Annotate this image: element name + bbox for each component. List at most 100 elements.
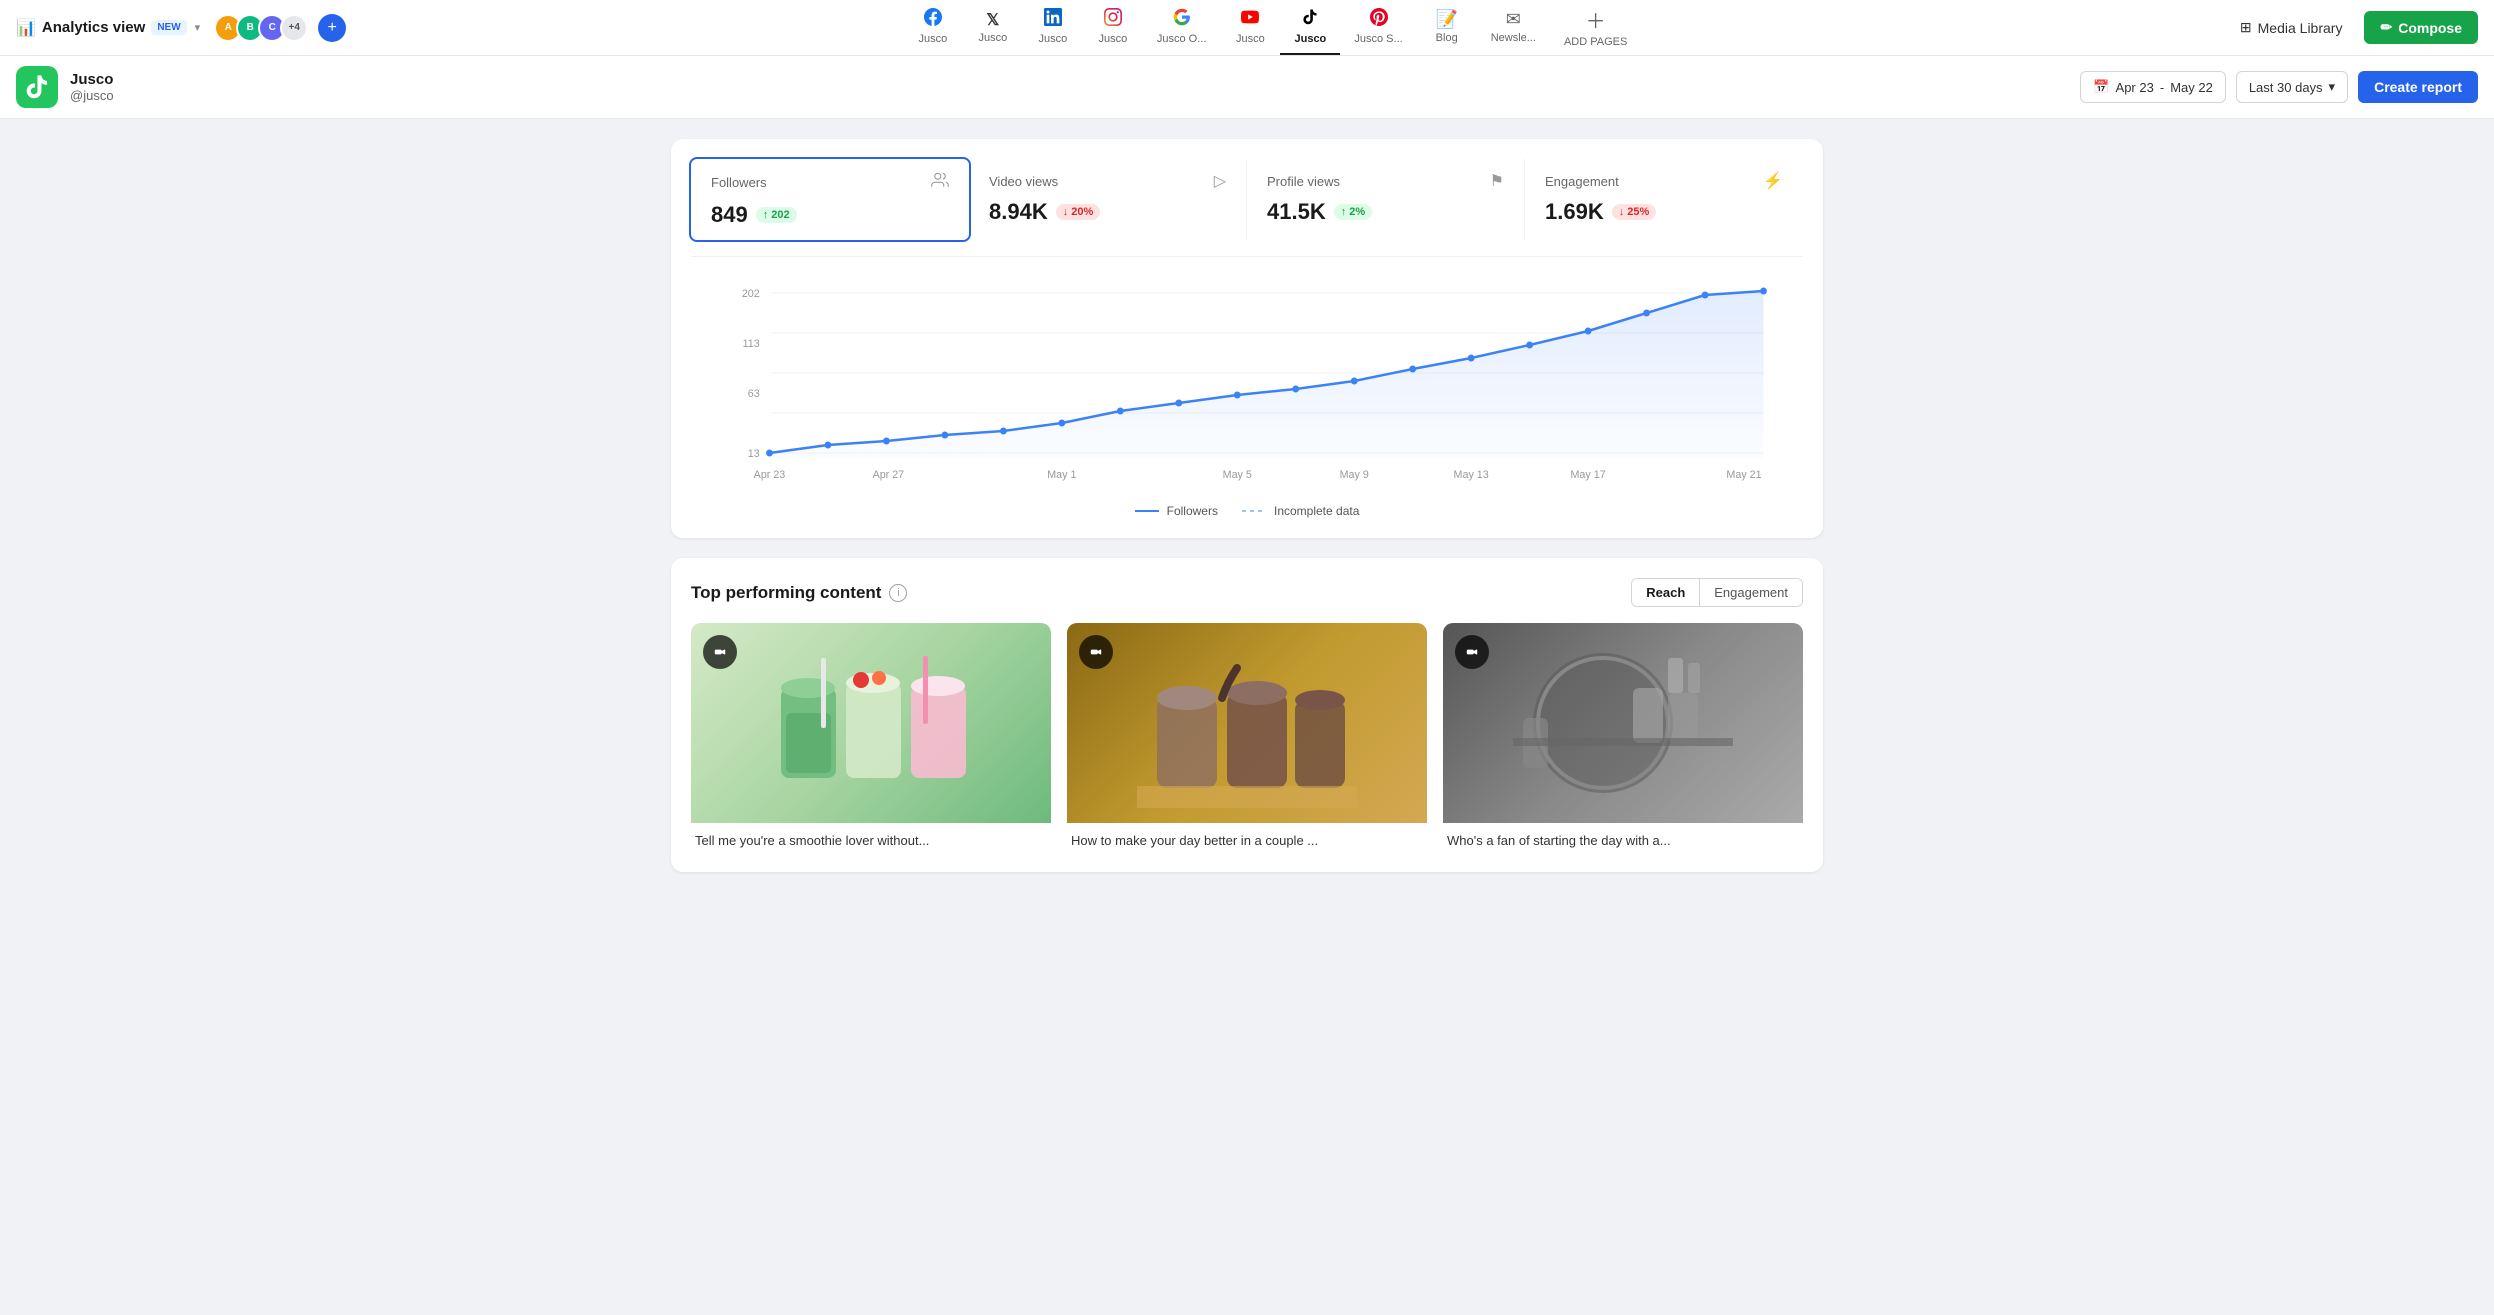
compose-button[interactable]: ✏ Compose: [2364, 11, 2478, 44]
youtube-icon: [1241, 8, 1259, 31]
analytics-icon: 📊: [16, 18, 36, 38]
reach-toggle-button[interactable]: Reach: [1632, 579, 1700, 606]
svg-text:113: 113: [743, 338, 760, 350]
date-from: Apr 23: [2116, 80, 2154, 95]
profile-views-icon: ⚑: [1490, 171, 1504, 191]
engagement-icon: ⚡: [1763, 171, 1783, 191]
video-views-icon: ▷: [1214, 171, 1226, 191]
compose-icon: ✏: [2380, 19, 2392, 36]
video-views-badge: ↓ 20%: [1056, 204, 1101, 220]
period-label: Last 30 days: [2249, 80, 2323, 95]
platform-tiktok-label: Jusco: [1294, 33, 1326, 45]
svg-text:May 5: May 5: [1223, 469, 1252, 481]
card-1-video-icon: [703, 635, 737, 669]
engagement-label: Engagement: [1545, 174, 1619, 189]
content-card-3[interactable]: Who's a fan of starting the day with a..…: [1443, 623, 1803, 852]
kitchen-illustration: [1513, 638, 1733, 808]
engagement-toggle-button[interactable]: Engagement: [1700, 579, 1802, 606]
legend-incomplete-line: [1242, 510, 1266, 512]
platform-blog[interactable]: 📝 Blog: [1417, 1, 1477, 54]
coffee-illustration: [1137, 638, 1357, 808]
facebook-icon: [924, 8, 942, 31]
media-library-icon: ⊞: [2240, 19, 2252, 36]
platform-newsletter[interactable]: ✉ Newsle...: [1477, 1, 1550, 54]
linkedin-icon: [1044, 8, 1062, 31]
stat-header-engagement: Engagement ⚡: [1545, 171, 1783, 191]
date-range-button[interactable]: 📅 Apr 23 - May 22: [2080, 71, 2225, 103]
platform-twitter[interactable]: 𝕏 Jusco: [963, 2, 1023, 54]
platform-twitter-label: Jusco: [978, 32, 1007, 44]
platform-youtube[interactable]: Jusco: [1220, 0, 1280, 55]
chart-container: 202 113 63 13: [691, 273, 1803, 518]
svg-text:May 21: May 21: [1726, 469, 1761, 481]
newsletter-icon: ✉: [1506, 9, 1521, 30]
stat-card-video-views[interactable]: Video views ▷ 8.94K ↓ 20%: [969, 159, 1247, 240]
pinterest-icon: [1370, 8, 1388, 31]
platform-google[interactable]: Jusco O...: [1143, 0, 1221, 55]
card-3-video-icon: [1455, 635, 1489, 669]
stat-card-engagement[interactable]: Engagement ⚡ 1.69K ↓ 25%: [1525, 159, 1803, 240]
followers-chart: 202 113 63 13: [711, 273, 1783, 493]
stat-card-profile-views[interactable]: Profile views ⚑ 41.5K ↑ 2%: [1247, 159, 1525, 240]
platform-tiktok[interactable]: Jusco: [1280, 0, 1340, 55]
profile-views-label: Profile views: [1267, 174, 1340, 189]
svg-text:Apr 23: Apr 23: [754, 469, 786, 481]
followers-label: Followers: [711, 175, 767, 190]
avatar-plus: +4: [280, 14, 308, 42]
engagement-badge: ↓ 25%: [1612, 204, 1657, 220]
stat-card-followers[interactable]: Followers 849 ↑ 202: [689, 157, 971, 242]
profile-logo: [16, 66, 58, 108]
svg-text:Apr 27: Apr 27: [873, 469, 905, 481]
add-profile-button[interactable]: +: [318, 14, 346, 42]
platform-linkedin[interactable]: Jusco: [1023, 0, 1083, 55]
profile-name: Jusco: [70, 71, 2068, 88]
platform-youtube-label: Jusco: [1236, 33, 1265, 45]
media-library-button[interactable]: ⊞ Media Library: [2230, 13, 2353, 42]
platform-instagram[interactable]: Jusco: [1083, 0, 1143, 55]
stat-header-video: Video views ▷: [989, 171, 1226, 191]
stats-section: Followers 849 ↑ 202 Video views ▷ 8.94K: [671, 139, 1823, 538]
card-1-thumbnail: [691, 623, 1051, 823]
calendar-icon: 📅: [2093, 79, 2109, 95]
profile-views-value-row: 41.5K ↑ 2%: [1267, 199, 1504, 225]
video-views-label: Video views: [989, 174, 1058, 189]
legend-followers: Followers: [1135, 504, 1218, 518]
platform-instagram-label: Jusco: [1098, 33, 1127, 45]
platform-add-pages[interactable]: ＋ ADD PAGES: [1550, 0, 1641, 58]
svg-text:May 13: May 13: [1454, 469, 1489, 481]
content-card-2[interactable]: How to make your day better in a couple …: [1067, 623, 1427, 852]
platform-pinterest[interactable]: Jusco S...: [1340, 0, 1416, 55]
create-report-button[interactable]: Create report: [2358, 71, 2478, 103]
svg-text:May 17: May 17: [1571, 469, 1606, 481]
nav-dropdown-icon[interactable]: ▾: [195, 21, 201, 34]
content-header: Top performing content i Reach Engagemen…: [691, 578, 1803, 607]
content-title-area: Top performing content i: [691, 583, 907, 603]
platform-add-pages-label: ADD PAGES: [1564, 36, 1627, 48]
profile-views-badge: ↑ 2%: [1334, 204, 1372, 220]
platform-facebook[interactable]: Jusco: [903, 0, 963, 55]
legend-incomplete: Incomplete data: [1242, 504, 1359, 518]
analytics-title: Analytics view: [42, 19, 145, 36]
add-pages-icon: ＋: [1586, 5, 1606, 34]
profile-info: Jusco @jusco: [70, 71, 2068, 103]
content-section: Top performing content i Reach Engagemen…: [671, 558, 1823, 872]
main-content: Followers 849 ↑ 202 Video views ▷ 8.94K: [647, 119, 1847, 892]
period-dropdown[interactable]: Last 30 days ▾: [2236, 71, 2348, 103]
tiktok-icon: [1301, 8, 1319, 31]
stats-cards: Followers 849 ↑ 202 Video views ▷ 8.94K: [691, 159, 1803, 257]
stat-header-followers: Followers: [711, 171, 949, 194]
platform-pinterest-label: Jusco S...: [1354, 33, 1402, 45]
followers-value: 849: [711, 202, 748, 228]
nav-right: ⊞ Media Library ✏ Compose: [2198, 11, 2478, 44]
twitter-icon: 𝕏: [986, 10, 999, 30]
content-cards: Tell me you're a smoothie lover without.…: [691, 623, 1803, 852]
chart-legend: Followers Incomplete data: [711, 504, 1783, 518]
period-chevron-icon: ▾: [2329, 79, 2336, 95]
followers-icon: [931, 171, 949, 194]
svg-text:May 9: May 9: [1340, 469, 1369, 481]
card-1-caption: Tell me you're a smoothie lover without.…: [691, 823, 1051, 852]
top-content-info-icon[interactable]: i: [889, 584, 907, 602]
top-nav: 📊 Analytics view NEW ▾ A B C +4 + Jusco …: [0, 0, 2494, 56]
video-views-value: 8.94K: [989, 199, 1048, 225]
content-card-1[interactable]: Tell me you're a smoothie lover without.…: [691, 623, 1051, 852]
